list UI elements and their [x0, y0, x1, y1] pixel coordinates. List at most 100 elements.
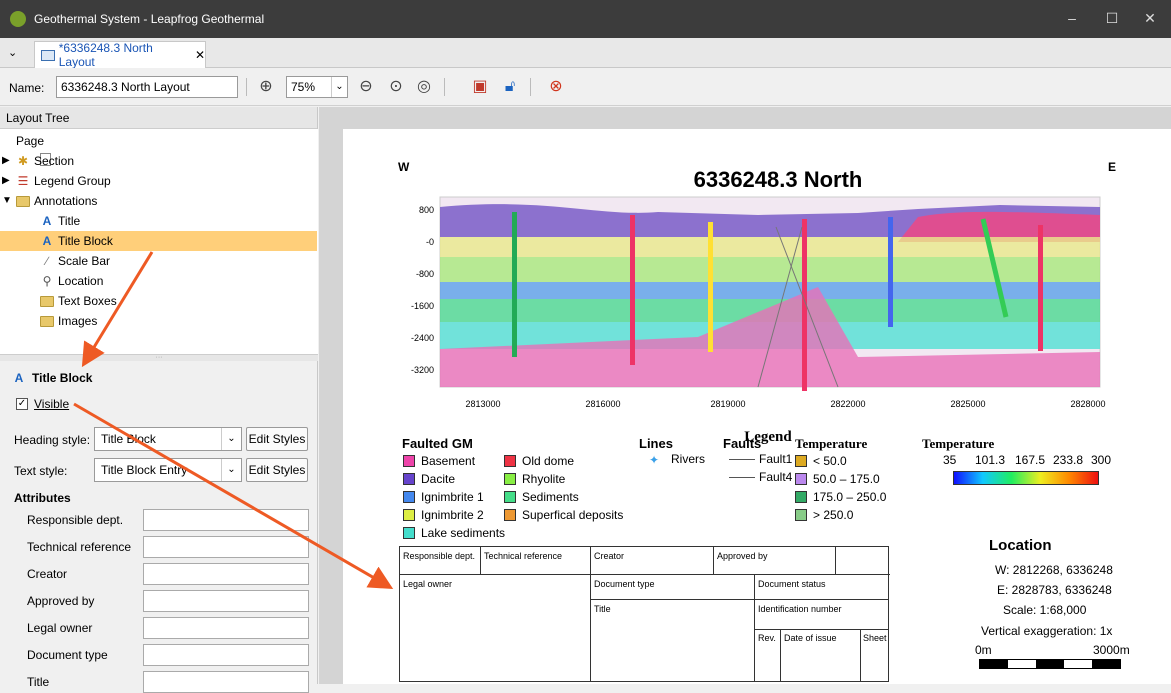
tree-item-scale-bar[interactable]: ∕ Scale Bar	[40, 251, 310, 271]
tree-item-label: Location	[58, 274, 104, 288]
heading-style-label: Heading style:	[14, 433, 91, 447]
tree-item-label: Title	[58, 214, 81, 228]
name-label: Name:	[9, 81, 45, 95]
collapse-icon[interactable]: ▼	[2, 191, 12, 211]
legend-swatch	[403, 509, 415, 521]
attribute-input[interactable]	[143, 644, 309, 666]
zoom-fit-icon[interactable]: ⊙	[386, 77, 406, 97]
visible-checkbox[interactable]: ✓ Visible	[16, 397, 69, 411]
tb-approved: Approved by	[717, 551, 768, 561]
tab-layout[interactable]: *6336248.3 North Layout ✕	[34, 41, 206, 69]
heading-edit-styles-button[interactable]: Edit Styles	[246, 427, 308, 451]
attribute-input[interactable]	[143, 590, 309, 612]
folder-icon	[40, 295, 54, 307]
legend-unit-label: Rhyolite	[522, 472, 566, 486]
attribute-label: Legal owner	[27, 621, 93, 635]
fault1-label: Fault1	[759, 452, 793, 466]
temp-class-swatch	[795, 473, 807, 485]
tab-close-icon[interactable]: ✕	[195, 48, 205, 62]
legend-swatch	[504, 509, 516, 521]
tree-item-label: Page	[16, 134, 45, 148]
layout-tree-header: Layout Tree	[0, 107, 317, 129]
text-style-label: Text style:	[14, 464, 68, 478]
tree-item-images[interactable]: Images	[40, 311, 310, 331]
legend-unit-label: Ignimbrite 2	[421, 508, 484, 522]
legend-swatch	[403, 473, 415, 485]
layout-viewer[interactable]: W E 6336248.3 North 800 -0 -800 -1600 -2…	[319, 107, 1171, 684]
legend-swatch	[504, 455, 516, 467]
legend-swatch	[403, 527, 415, 539]
section-view[interactable]: W E 6336248.3 North 800 -0 -800 -1600 -2…	[398, 157, 1118, 447]
tb-creator: Creator	[594, 551, 625, 561]
maximize-icon[interactable]: ☐	[1100, 8, 1124, 28]
tree-item-label: Scale Bar	[58, 254, 111, 268]
tree-item-text-boxes[interactable]: Text Boxes	[40, 291, 310, 311]
tb-doctype: Document type	[594, 579, 655, 589]
text-style-select[interactable]: Title Block Entry ⌄	[94, 458, 242, 482]
tree-item-annotations[interactable]: ▼ Annotations	[2, 191, 302, 211]
tree-item-section[interactable]: ▶ ✱ Section	[2, 151, 302, 171]
attribute-input[interactable]	[143, 563, 309, 585]
tab-label: *6336248.3 North Layout	[58, 41, 153, 69]
tree-item-location[interactable]: ⚲ Location	[40, 271, 310, 291]
y-tick-label: -1600	[411, 301, 434, 311]
attribute-input[interactable]	[143, 617, 309, 639]
tree-item-page[interactable]: Page	[16, 131, 306, 166]
attribute-input[interactable]	[143, 536, 309, 558]
attribute-row-legal: Legal owner	[27, 617, 317, 639]
fault4-label: Fault4	[759, 470, 793, 484]
attribute-row-responsible: Responsible dept.	[27, 509, 317, 531]
x-tick-label: 2819000	[710, 399, 745, 409]
minimize-icon[interactable]: –	[1060, 8, 1084, 28]
temp-class-swatch	[795, 491, 807, 503]
east-label: E	[1108, 160, 1116, 174]
faulted-gm-heading: Faulted GM	[402, 436, 473, 451]
river-icon: ✦	[649, 453, 660, 467]
zoom-actual-icon[interactable]: ◎	[414, 77, 434, 97]
text-edit-styles-button[interactable]: Edit Styles	[246, 458, 308, 482]
expand-icon[interactable]: ▶	[2, 171, 12, 191]
tree-item-legend-group[interactable]: ▶ ☰ Legend Group	[2, 171, 302, 191]
drillhole	[708, 222, 713, 352]
title-block[interactable]: Responsible dept. Technical reference Cr…	[399, 546, 890, 682]
tree-item-title[interactable]: A Title	[40, 211, 310, 231]
name-input[interactable]: 6336248.3 North Layout	[56, 76, 238, 98]
close-icon[interactable]: ✕	[1138, 8, 1162, 28]
y-tick-label: -800	[416, 269, 434, 279]
zoom-in-icon[interactable]: ⊕	[256, 77, 276, 97]
scale-bar-start: 0m	[975, 643, 992, 657]
scale-bar	[979, 659, 1121, 669]
scale-bar-end: 3000m	[1093, 643, 1130, 657]
location-scale: Scale: 1:68,000	[1003, 603, 1087, 617]
attribute-input[interactable]	[143, 509, 309, 531]
attribute-label: Technical reference	[27, 540, 132, 554]
text-style-value: Title Block Entry	[101, 463, 188, 477]
drillhole	[888, 217, 893, 327]
zoom-out-icon[interactable]: ⊖	[356, 77, 376, 97]
tree-item-title-block[interactable]: A Title Block	[0, 231, 317, 251]
help-icon[interactable]: ⊗	[546, 77, 566, 97]
tree-item-label: Images	[58, 314, 98, 328]
heading-style-select[interactable]: Title Block ⌄	[94, 427, 242, 451]
rivers-label: Rivers	[671, 452, 706, 466]
temperature-scale-heading: Temperature	[922, 436, 995, 451]
attribute-input[interactable]	[143, 671, 309, 693]
expand-icon[interactable]: ▶	[2, 151, 12, 171]
section-title: 6336248.3 North	[694, 167, 863, 192]
chevron-down-icon: ⌄	[221, 428, 241, 450]
zoom-select[interactable]: 75% ⌄	[286, 76, 348, 98]
save-icon[interactable]: ▣	[470, 77, 490, 97]
tb-legal: Legal owner	[403, 579, 453, 589]
temp-scale-label: 167.5	[1015, 453, 1046, 467]
attribute-row-creator: Creator	[27, 563, 317, 585]
temp-class-label: > 250.0	[813, 508, 854, 522]
leapfrog-app-icon	[10, 11, 26, 27]
unlock-icon[interactable]: 🔓︎	[500, 77, 520, 97]
temp-scale-label: 300	[1091, 453, 1112, 467]
temp-scale-label: 233.8	[1053, 453, 1084, 467]
legend-swatch	[403, 455, 415, 467]
chevron-down-icon[interactable]: ⌄	[8, 46, 17, 59]
title-block-divider	[590, 547, 591, 681]
y-tick-label: 800	[419, 205, 434, 215]
title-block-divider	[835, 547, 836, 575]
